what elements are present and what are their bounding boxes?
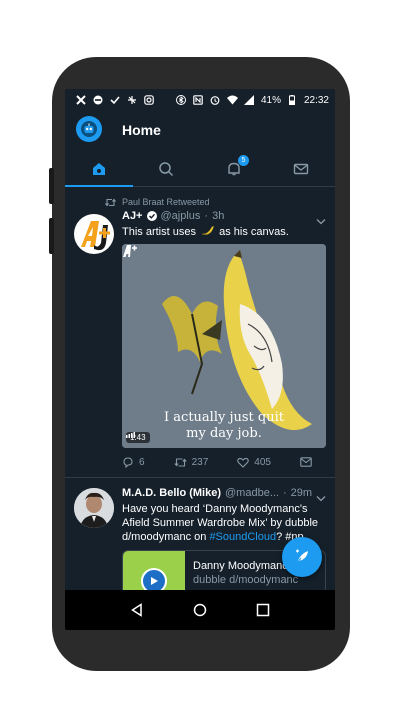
check-icon [109, 95, 120, 106]
play-icon [151, 577, 158, 585]
page-title: Home [122, 122, 161, 138]
battery-percent: 41% [260, 94, 281, 106]
app-header: Home [65, 111, 335, 151]
notification-badge: 5 [238, 155, 249, 166]
tweet-time: 29m [290, 487, 313, 499]
separator-dot: · [204, 210, 209, 222]
tab-search[interactable] [133, 151, 201, 186]
card-subtitle: dubble d/moodymanc [193, 574, 299, 586]
profile-avatar[interactable] [76, 116, 102, 142]
alarm-icon [210, 95, 221, 106]
tab-messages[interactable] [268, 151, 336, 186]
notification-x-icon [75, 95, 86, 106]
clock: 22:32 [303, 94, 329, 106]
tweet[interactable]: Paul Braat Retweeted AJ+ @ajplus · 3h Th… [65, 188, 335, 478]
ajplus-logo-icon [81, 221, 110, 251]
tab-home[interactable] [65, 151, 133, 187]
card-thumbnail [123, 551, 185, 590]
like-count: 405 [254, 456, 271, 468]
tweet-header: AJ+ @ajplus · 3h [122, 210, 224, 222]
tab-bar: 5 [65, 151, 335, 187]
back-icon[interactable] [130, 603, 144, 617]
wifi-icon [226, 95, 238, 106]
tweet-text: This artist uses as his canvas. [122, 225, 326, 239]
like-button[interactable]: 405 [237, 456, 271, 468]
retweet-icon [173, 457, 187, 467]
caption-line-1: I actually just quit [164, 410, 284, 425]
play-button[interactable] [141, 568, 167, 590]
tab-notifications[interactable]: 5 [200, 151, 268, 186]
chevron-down-icon [316, 496, 326, 502]
home-circle-icon[interactable] [193, 603, 207, 617]
retweet-button[interactable]: 237 [173, 456, 209, 468]
separator-dot: · [282, 487, 287, 499]
reply-button[interactable]: 6 [122, 456, 145, 468]
verified-badge-icon [146, 211, 157, 221]
video-duration: 1:43 [126, 432, 150, 443]
reply-count: 6 [139, 456, 145, 468]
tweet-actions: 6 237 405 [122, 456, 312, 468]
retweet-icon [105, 198, 116, 206]
ajplus-watermark-icon [123, 245, 137, 257]
heart-icon [237, 457, 250, 468]
robot-avatar-icon [81, 121, 97, 137]
battery-icon [287, 95, 298, 106]
retweet-count: 237 [191, 456, 209, 468]
block-icon [92, 95, 103, 106]
sync-icon [126, 95, 137, 106]
tweet-video[interactable]: I actually just quit my day job. 1:43 [122, 244, 326, 448]
tweet-text-end: as his canvas. [219, 226, 289, 238]
compose-feather-icon [295, 549, 308, 565]
author-handle[interactable]: @ajplus [161, 210, 201, 222]
tweet-header: M.A.D. Bello (Mike) @madbe... · 29m [122, 487, 312, 499]
signal-icon [244, 95, 255, 106]
hashtag-link[interactable]: #SoundCloud [209, 531, 276, 543]
compose-tweet-button[interactable] [282, 537, 322, 577]
recents-icon[interactable] [256, 603, 270, 617]
system-nav-bar [65, 590, 335, 630]
instagram-icon [143, 95, 154, 106]
timeline[interactable]: Paul Braat Retweeted AJ+ @ajplus · 3h Th… [65, 188, 335, 590]
reply-icon [123, 457, 133, 468]
nfc-icon [193, 95, 204, 106]
banana-icon [201, 226, 214, 235]
tweet-time: 3h [212, 210, 225, 222]
bluetooth-icon [176, 95, 187, 106]
mail-icon [300, 457, 312, 467]
search-icon [159, 161, 174, 176]
author-avatar[interactable] [74, 488, 114, 528]
mail-icon [294, 163, 309, 174]
volume-bars-icon [126, 432, 135, 438]
status-bar: 41% 22:32 [65, 89, 335, 111]
person-photo-icon [74, 488, 114, 528]
dm-share-button[interactable] [300, 456, 312, 468]
author-name[interactable]: M.A.D. Bello (Mike) [122, 487, 221, 499]
volume-up-button [49, 168, 54, 204]
screen: 41% 22:32 Home 5 Paul Braat Retweeted AJ… [65, 89, 335, 630]
chevron-down-icon [316, 219, 326, 225]
caption-line-2: my day job. [186, 426, 262, 441]
author-avatar[interactable] [74, 214, 114, 254]
volume-down-button [49, 218, 54, 254]
tweet-text-start: This artist uses [122, 226, 196, 238]
retweet-label: Paul Braat Retweeted [122, 197, 210, 207]
retweet-context: Paul Braat Retweeted [105, 197, 210, 207]
author-handle[interactable]: @madbe... [225, 487, 279, 499]
video-caption: I actually just quit my day job. [122, 410, 326, 442]
home-icon [92, 162, 105, 175]
author-name[interactable]: AJ+ [122, 210, 143, 222]
